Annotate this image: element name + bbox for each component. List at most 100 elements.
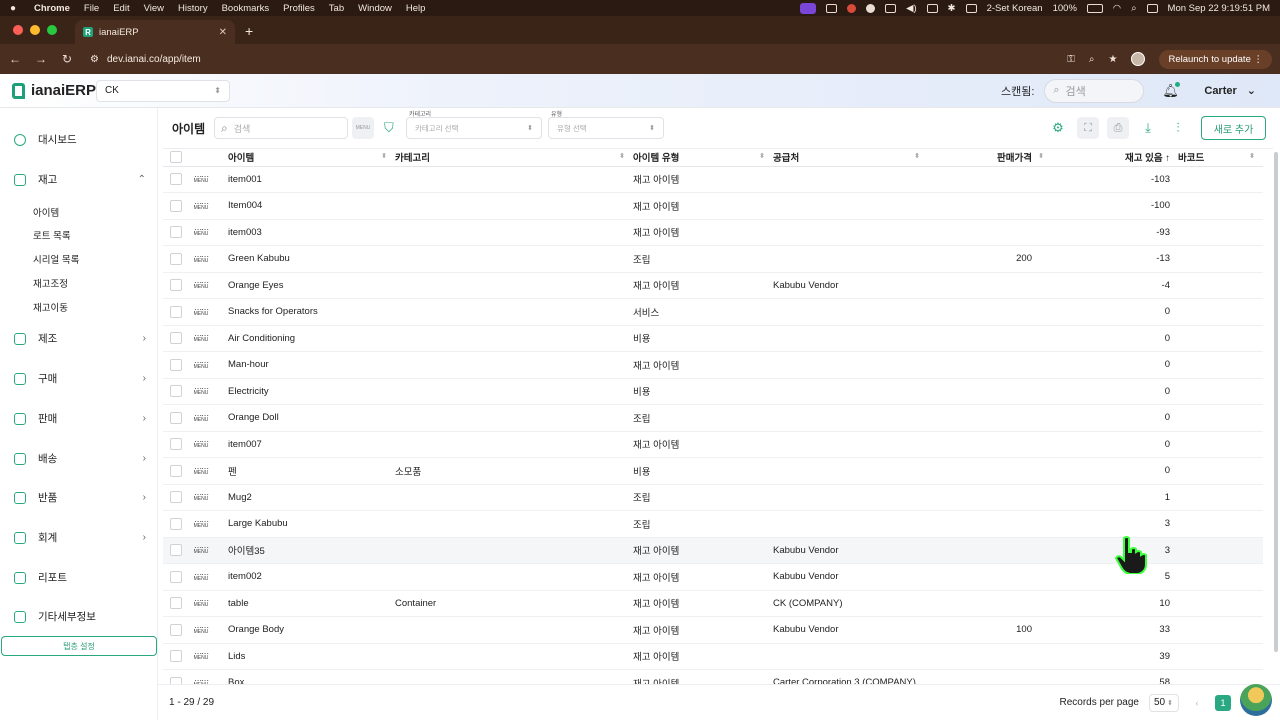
row-menu-icon[interactable]: ⋯⋯MENU xyxy=(193,650,209,661)
table-row[interactable]: ⋯⋯ MENU 펜 소모품 비용 0 xyxy=(163,457,1263,485)
row-menu-icon[interactable]: ⋯⋯MENU xyxy=(193,173,209,184)
table-row[interactable]: ⋯⋯ MENU Item004 재고 아이템 -100 xyxy=(163,192,1263,220)
sidebar-item-other-details[interactable]: 기타세부정보 xyxy=(14,609,146,624)
bookmark-star-icon[interactable]: ★ xyxy=(1108,54,1117,65)
table-row[interactable]: ⋯⋯ MENU item007 재고 아이템 0 xyxy=(163,431,1263,458)
row-checkbox[interactable] xyxy=(170,650,182,663)
menu-profiles[interactable]: Profiles xyxy=(283,3,315,14)
sort-icon[interactable]: ⬍ xyxy=(759,152,765,160)
bluetooth-icon[interactable]: ✱ xyxy=(948,3,956,14)
row-checkbox[interactable] xyxy=(170,385,182,398)
menu-file[interactable]: File xyxy=(84,3,99,14)
sidebar-item-sales[interactable]: 판매 › xyxy=(14,411,146,426)
table-row[interactable]: ⋯⋯ MENU Orange Body 재고 아이템 Kabubu Vendor 100 3… xyxy=(163,616,1263,644)
table-row[interactable]: ⋯⋯ MENU Green Kabubu 조립 200 -13 xyxy=(163,245,1263,273)
column-header-price[interactable]: 판매가격 ⬍ xyxy=(928,149,1048,167)
sidebar-item-accounting[interactable]: 회계 › xyxy=(14,530,146,545)
type-select[interactable]: 유형 유형 선택 ⬍ xyxy=(548,112,664,139)
select-all-checkbox[interactable] xyxy=(170,151,182,164)
page-button-1[interactable]: 1 xyxy=(1215,694,1231,711)
scrollbar-thumb[interactable] xyxy=(1274,152,1278,652)
table-row[interactable]: ⋯⋯MENUBox 재고 아이템Carter Corporation 3 (COM… xyxy=(163,669,1263,684)
row-menu-icon[interactable]: ⋯⋯MENU xyxy=(193,305,209,316)
screen-record-icon[interactable] xyxy=(800,2,817,14)
bell-icon[interactable]: 🔔︎ xyxy=(1162,81,1181,99)
row-checkbox[interactable] xyxy=(170,623,182,636)
add-new-button[interactable]: 새로 추가 xyxy=(1201,116,1266,140)
input-method-label[interactable]: 2-Set Korean xyxy=(987,3,1043,14)
row-checkbox[interactable] xyxy=(170,358,182,371)
control-center-icon[interactable] xyxy=(1146,3,1158,13)
copy-icon[interactable] xyxy=(826,3,838,13)
sort-icon[interactable]: ⬍ xyxy=(1038,152,1044,160)
scan-frame-icon[interactable]: ⛶ xyxy=(1077,117,1099,139)
assistant-avatar[interactable] xyxy=(1240,684,1272,716)
table-row[interactable]: ⋯⋯ MENU Air Conditioning 비용 0 xyxy=(163,325,1263,352)
sidebar-subitem-transfer[interactable]: 재고이동 xyxy=(33,300,68,314)
table-row[interactable]: ⋯⋯ MENU Snacks for Operators 서비스 0 xyxy=(163,298,1263,326)
item-search-input[interactable]: ⌕ 검색 xyxy=(214,117,348,139)
table-scrollbar[interactable] xyxy=(1274,152,1278,682)
sidebar-item-purchase[interactable]: 구매 › xyxy=(14,371,146,386)
extension-icon[interactable] xyxy=(885,3,897,13)
row-checkbox[interactable] xyxy=(170,544,182,557)
menu-help[interactable]: Help xyxy=(406,3,426,14)
row-checkbox[interactable] xyxy=(170,173,182,186)
row-menu-icon[interactable]: ⋯⋯MENU xyxy=(193,411,209,422)
browser-tab[interactable]: R ianaiERP ✕ xyxy=(75,20,235,44)
column-header-type[interactable]: 아이템 유형 ⬍ xyxy=(633,149,773,167)
menu-tab[interactable]: Tab xyxy=(329,3,344,14)
category-select[interactable]: 카테고리 카테고리 선택 ⬍ xyxy=(406,112,542,139)
records-per-page-select[interactable]: 50 ⬍ xyxy=(1149,693,1179,712)
download-icon[interactable]: ⤓ xyxy=(1137,117,1159,139)
site-info-icon[interactable]: ⚙ xyxy=(90,54,99,65)
apple-icon[interactable]: ● xyxy=(10,3,20,14)
sort-icon[interactable]: ⬍ xyxy=(914,152,920,160)
menu-edit[interactable]: Edit xyxy=(113,3,129,14)
company-select[interactable]: CK ⬍ xyxy=(96,79,230,102)
table-row[interactable]: ⋯⋯ MENU item003 재고 아이템 -93 xyxy=(163,219,1263,246)
row-checkbox[interactable] xyxy=(170,199,182,212)
row-checkbox[interactable] xyxy=(170,226,182,239)
brand-logo[interactable]: ianaiERP xyxy=(12,82,96,99)
new-tab-icon[interactable]: + xyxy=(235,23,263,44)
row-checkbox[interactable] xyxy=(170,411,182,424)
row-menu-icon[interactable]: ⋯⋯MENU xyxy=(193,279,209,290)
menu-history[interactable]: History xyxy=(178,3,208,14)
row-menu-icon[interactable]: ⋯⋯MENU xyxy=(193,570,209,581)
row-menu-icon[interactable]: ⋯⋯MENU xyxy=(193,358,209,369)
zoom-window-icon[interactable] xyxy=(47,25,57,35)
sidebar-item-inventory[interactable]: 재고 ⌃ xyxy=(14,172,146,187)
sidebar-subitem-serials[interactable]: 시리얼 목록 xyxy=(33,252,79,266)
minimize-window-icon[interactable] xyxy=(30,25,40,35)
row-menu-icon[interactable]: ⋯⋯MENU xyxy=(193,623,209,634)
tab-settings-button[interactable]: 탭층 설정 xyxy=(1,636,157,656)
filter-icon[interactable]: ⛉ xyxy=(384,120,400,136)
prev-page-button[interactable]: ‹ xyxy=(1189,695,1205,711)
row-menu-icon[interactable]: ⋯⋯MENU xyxy=(193,438,209,449)
table-row[interactable]: ⋯⋯ MENU item001 재고 아이템 -103 xyxy=(163,166,1263,193)
menu-app[interactable]: Chrome xyxy=(34,3,70,14)
reload-icon[interactable]: ↻ xyxy=(60,52,74,66)
menu-bookmarks[interactable]: Bookmarks xyxy=(222,3,270,14)
volume-icon[interactable]: ◀) xyxy=(906,3,916,14)
back-icon[interactable]: ← xyxy=(8,52,22,66)
zoom-icon[interactable]: ⌕ xyxy=(1089,54,1095,65)
profile-avatar[interactable] xyxy=(1131,52,1146,66)
row-checkbox[interactable] xyxy=(170,491,182,504)
row-checkbox[interactable] xyxy=(170,279,182,292)
close-window-icon[interactable] xyxy=(13,25,23,35)
row-menu-icon[interactable]: ⋯⋯MENU xyxy=(193,491,209,502)
row-checkbox[interactable] xyxy=(170,676,182,684)
table-row[interactable]: ⋯⋯ MENU Mug2 조립 1 xyxy=(163,484,1263,511)
sidebar-item-reports[interactable]: 리포트 xyxy=(14,570,146,585)
sidebar-item-manufacturing[interactable]: 제조 › xyxy=(14,331,146,346)
row-menu-icon[interactable]: ⋯⋯MENU xyxy=(193,464,209,475)
row-menu-icon[interactable]: ⋯⋯MENU xyxy=(193,332,209,343)
row-checkbox[interactable] xyxy=(170,517,182,530)
table-row[interactable]: ⋯⋯ MENU Lids 재고 아이템 39 xyxy=(163,643,1263,670)
column-header-stock[interactable]: 재고 있음 ↑ xyxy=(1048,149,1178,167)
print-icon[interactable]: ⎙ xyxy=(1107,117,1129,139)
sidebar-item-returns[interactable]: 반품 › xyxy=(14,490,146,505)
table-row[interactable]: ⋯⋯ MENU Orange Eyes 재고 아이템 Kabubu Vendor -4 xyxy=(163,272,1263,299)
